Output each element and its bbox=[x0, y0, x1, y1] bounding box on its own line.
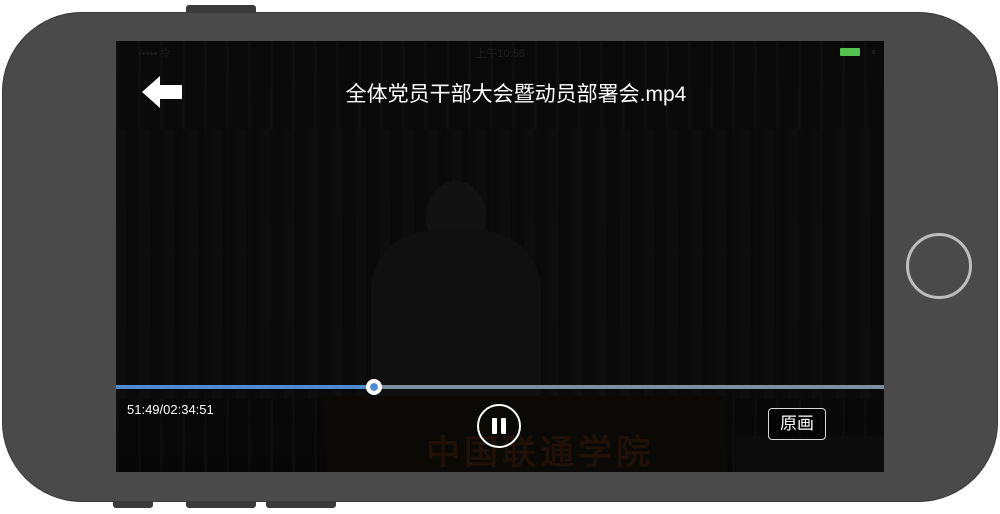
video-player-screen[interactable]: 中国联通学院 ••••• 令 上午10:56 全体党员干部大会暨动员部署会.mp… bbox=[116, 41, 884, 472]
speaker-body bbox=[371, 231, 541, 401]
progress-thumb[interactable] bbox=[366, 379, 382, 395]
status-bar: ••••• 令 上午10:56 bbox=[116, 41, 884, 63]
time-readout: 51:49/02:34:51 bbox=[127, 402, 214, 417]
device-mockup: 中国联通学院 ••••• 令 上午10:56 全体党员干部大会暨动员部署会.mp… bbox=[0, 0, 1000, 514]
progress-track[interactable] bbox=[116, 385, 884, 389]
quality-button[interactable]: 原画 bbox=[768, 408, 826, 440]
video-title: 全体党员干部大会暨动员部署会.mp4 bbox=[345, 83, 687, 106]
podium-sign-text: 中国联通学院 bbox=[426, 433, 654, 472]
pause-icon-bar bbox=[501, 418, 506, 434]
battery-icon bbox=[840, 48, 860, 56]
pause-button[interactable] bbox=[477, 404, 521, 448]
pause-icon bbox=[492, 418, 497, 434]
home-button[interactable] bbox=[906, 233, 972, 299]
back-button[interactable] bbox=[138, 71, 188, 113]
back-arrow-icon bbox=[142, 76, 182, 108]
battery-tip bbox=[872, 50, 875, 54]
progress-played bbox=[116, 385, 374, 389]
status-time: 上午10:56 bbox=[475, 48, 525, 60]
stage-edge bbox=[736, 436, 884, 472]
